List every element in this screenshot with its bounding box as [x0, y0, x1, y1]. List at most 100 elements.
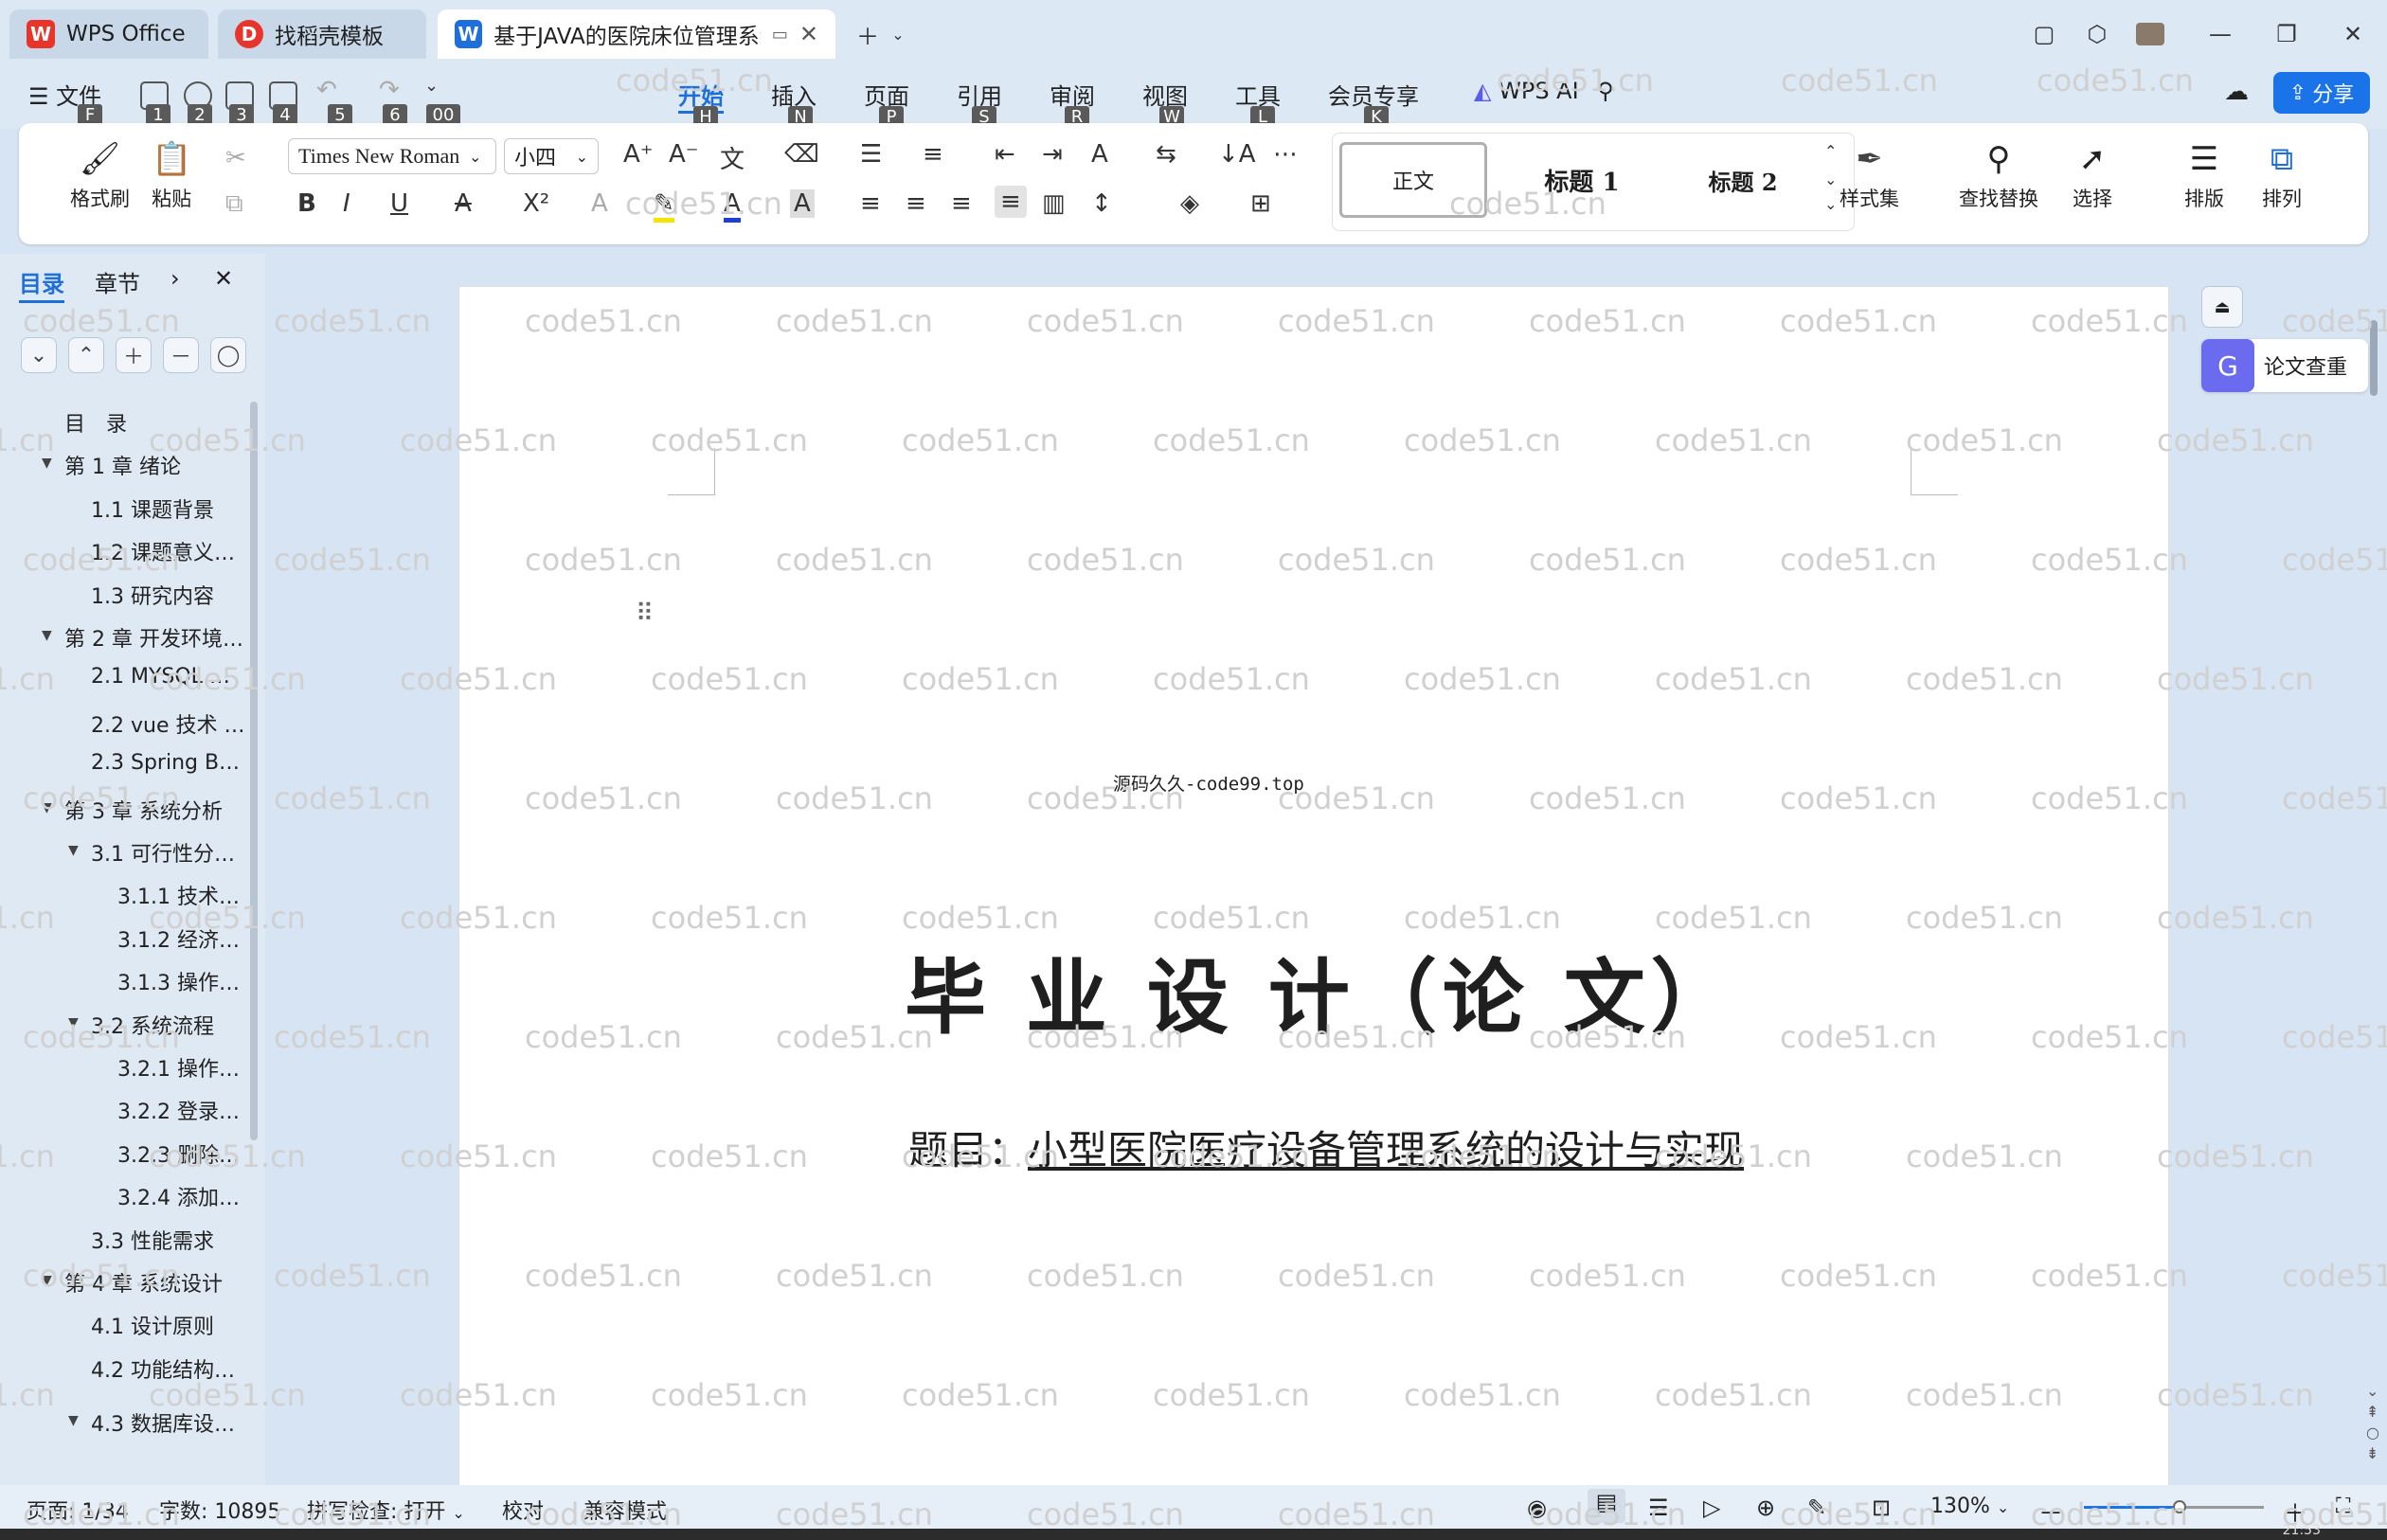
paste-button[interactable]: 📋 粘贴 — [152, 140, 191, 212]
font-name-select[interactable]: Times New Roman ⌄ — [288, 138, 496, 174]
decrease-font-icon[interactable]: A⁻ — [669, 140, 699, 169]
expand-toggle-icon[interactable]: ▼ — [42, 1273, 52, 1288]
toc-item[interactable]: 1.3 研究内容 — [91, 580, 214, 610]
line-spacing-icon[interactable]: ↕ — [1091, 189, 1112, 218]
format-painter-button[interactable]: 🖌 格式刷 — [70, 140, 130, 212]
zoom-slider-thumb[interactable] — [2173, 1500, 2186, 1513]
avatar[interactable] — [2133, 17, 2167, 51]
outline-view-icon[interactable]: ☰ — [1648, 1495, 1669, 1521]
expand-all-icon[interactable]: ⌄ — [21, 337, 57, 373]
redo-icon[interactable]: ↷ — [379, 76, 400, 104]
superscript-icon[interactable]: X² — [523, 189, 549, 218]
toc-item[interactable]: 3.2 系统流程 — [91, 1010, 214, 1040]
increase-indent-icon[interactable]: ⇥ — [1042, 140, 1063, 169]
expand-toggle-icon[interactable]: ▼ — [68, 1413, 79, 1428]
toc-item[interactable]: 3.1 可行性分… — [91, 837, 235, 868]
phonetic-guide-icon[interactable]: 文 — [720, 140, 745, 175]
distribute-icon[interactable]: ▥ — [1042, 189, 1066, 218]
justify-icon[interactable]: ≡ — [995, 186, 1027, 218]
gallery-down-icon[interactable]: ⌄ — [1824, 170, 1837, 188]
highlight-icon[interactable]: ✎ — [654, 189, 674, 223]
expand-toggle-icon[interactable]: ▼ — [68, 843, 79, 858]
style-normal[interactable]: 正文 — [1339, 142, 1487, 218]
char-shading-icon[interactable]: A — [790, 189, 815, 218]
tab-list-chevron-icon[interactable]: ⌄ — [881, 17, 915, 51]
search-icon[interactable]: ⚲ — [1597, 78, 1614, 104]
toc-item[interactable]: 3.1.1 技术… — [117, 880, 240, 910]
expand-toggle-icon[interactable]: ▼ — [42, 800, 52, 815]
sort-swap-icon[interactable]: ⇆ — [1156, 140, 1176, 169]
toc-item[interactable]: 目 录 — [64, 407, 127, 438]
restore-icon[interactable]: ❐ — [2270, 17, 2304, 51]
cube-icon[interactable]: ⬡ — [2080, 17, 2114, 51]
toc-item[interactable]: 3.2.2 登录… — [117, 1095, 240, 1125]
toc-item[interactable]: 4.3 数据库设… — [91, 1407, 235, 1438]
page-indicator[interactable]: 页面: 1/34 — [27, 1495, 129, 1525]
find-replace-button[interactable]: ⚲ 查找替换 — [1959, 140, 2038, 212]
cut-icon[interactable]: ✂ — [225, 144, 246, 172]
copy-icon[interactable]: ⧉ — [225, 189, 243, 219]
zoom-out-icon[interactable]: － — [2038, 1495, 2063, 1530]
toc-item[interactable]: 第 4 章 系统设计 — [64, 1267, 223, 1298]
arrange-button[interactable]: ⧉ 排列 — [2262, 140, 2302, 212]
undo-icon[interactable]: ↶ — [316, 76, 337, 104]
tab-wps-office[interactable]: W WPS Office — [9, 9, 208, 59]
text-effect-icon[interactable]: A — [591, 189, 608, 218]
toc-item[interactable]: 第 1 章 绪论 — [64, 450, 181, 480]
toc-item[interactable]: 2.1 MYSQL … — [91, 665, 230, 689]
gallery-up-icon[interactable]: ⌃ — [1824, 142, 1837, 160]
wps-ai-button[interactable]: ◭ WPS AI — [1474, 78, 1579, 104]
toc-item[interactable]: 3.1.2 经济… — [117, 923, 240, 954]
clear-format-icon[interactable]: ⌫ — [784, 140, 819, 169]
zoom-level[interactable]: 130% ⌄ — [1930, 1495, 2009, 1518]
toc-item[interactable]: 4.1 设计原则 — [91, 1310, 214, 1340]
paper-check-button[interactable]: G 论文查重 — [2201, 339, 2368, 392]
collapse-all-icon[interactable]: ⌃ — [68, 337, 104, 373]
toc-item[interactable]: 2.3 Spring B… — [91, 751, 240, 775]
document-page[interactable]: ⠿ 源码久久-code99.top 毕 业 设 计（论 文） 题目：小型医院医疗… — [458, 286, 2169, 1489]
bullets-icon[interactable]: ☰ — [860, 140, 882, 169]
align-left-icon[interactable]: ≡ — [860, 189, 881, 218]
toc-item[interactable]: 3.2.4 添加… — [117, 1181, 240, 1211]
vertical-scrollbar[interactable] — [2370, 254, 2378, 1485]
remove-heading-icon[interactable]: － — [163, 337, 199, 373]
page-view-icon[interactable]: ▤ — [1588, 1489, 1625, 1523]
tab-docer-templates[interactable]: D 找稻壳模板 — [218, 9, 426, 59]
tablet-mode-icon[interactable]: ▢ — [2027, 17, 2061, 51]
align-center-icon[interactable]: ≡ — [906, 189, 926, 218]
toc-item[interactable]: 1.1 课题背景 — [91, 493, 214, 524]
fit-page-icon[interactable]: ⊡ — [1872, 1495, 1891, 1521]
shading-icon[interactable]: ◈ — [1180, 189, 1199, 218]
tab-current-document[interactable]: W 基于JAVA的医院床位管理系统 ▭ ✕ — [438, 9, 835, 59]
word-count[interactable]: 字数: 10895 — [159, 1495, 280, 1525]
layout-button[interactable]: ☰ 排版 — [2184, 140, 2224, 212]
eye-protect-icon[interactable]: ◉ — [1527, 1495, 1547, 1521]
toc-item[interactable]: 1.2 课题意义… — [91, 536, 235, 566]
decrease-indent-icon[interactable]: ⇤ — [995, 140, 1015, 169]
style-heading-1[interactable]: 标题 1 — [1506, 142, 1658, 218]
borders-icon[interactable]: ⊞ — [1250, 189, 1271, 218]
show-marks-icon[interactable]: ⋯ — [1273, 140, 1298, 169]
nav-scrollbar[interactable] — [250, 402, 258, 1140]
close-tab-icon[interactable]: ✕ — [799, 21, 818, 47]
style-set-button[interactable]: ✒ 样式集 — [1840, 140, 1899, 212]
text-direction-icon[interactable]: A — [1091, 140, 1108, 169]
spell-check-toggle[interactable]: 拼写检查: 打开 ⌄ — [307, 1495, 465, 1525]
add-heading-icon[interactable]: ＋ — [116, 337, 152, 373]
expand-toggle-icon[interactable]: ▼ — [42, 456, 52, 471]
underline-icon[interactable]: U — [390, 189, 408, 218]
style-heading-2[interactable]: 标题 2 — [1667, 142, 1819, 218]
cloud-icon[interactable]: ☁ — [2224, 78, 2249, 106]
minimize-icon[interactable]: — — [2203, 17, 2237, 51]
share-button[interactable]: ⇪ 分享 — [2273, 72, 2370, 114]
close-pane-icon[interactable]: ✕ — [214, 265, 233, 292]
close-window-icon[interactable]: ✕ — [2336, 17, 2370, 51]
increase-font-icon[interactable]: A⁺ — [623, 140, 654, 169]
toc-item[interactable]: 3.3 性能需求 — [91, 1225, 214, 1255]
toc-item[interactable]: 第 2 章 开发环境… — [64, 622, 243, 653]
toc-item[interactable]: 2.2 vue 技术 … — [91, 708, 244, 739]
font-size-select[interactable]: 小四 ⌄ — [504, 138, 599, 174]
bold-icon[interactable]: B — [297, 189, 316, 218]
sort-icon[interactable]: ↓A — [1218, 140, 1256, 169]
font-color-icon[interactable]: A — [724, 189, 741, 223]
